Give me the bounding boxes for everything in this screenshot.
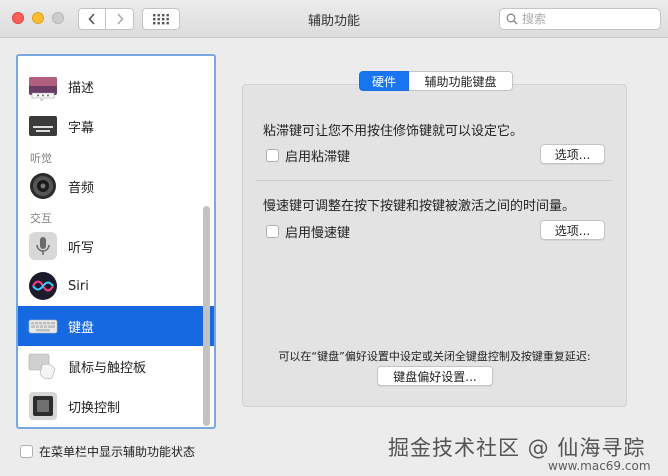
show-all-button[interactable] bbox=[142, 8, 180, 30]
slow-keys-label: 启用慢速键 bbox=[285, 226, 351, 241]
speaker-icon bbox=[28, 171, 58, 201]
forward-button[interactable] bbox=[106, 8, 134, 30]
sidebar-item-dictation[interactable]: 听写 bbox=[18, 226, 198, 266]
sidebar-item-captions[interactable]: 字幕 bbox=[18, 106, 198, 146]
slow-keys-options-button[interactable]: 选项... bbox=[540, 220, 605, 240]
sidebar-scrollbar[interactable] bbox=[203, 206, 210, 426]
slow-keys-description: 慢速键可调整在按下按键和按键被激活之间的时间量。 bbox=[263, 199, 576, 214]
enable-slow-keys[interactable]: 启用慢速键 bbox=[266, 222, 350, 241]
back-button[interactable] bbox=[78, 8, 106, 30]
sidebar-item-label: 键盘 bbox=[68, 320, 95, 336]
keyboard-icon bbox=[28, 311, 58, 341]
sidebar-item-label: 切换控制 bbox=[68, 400, 121, 416]
sidebar-item-label: 描述 bbox=[68, 80, 95, 96]
zoom-window-button[interactable] bbox=[52, 12, 64, 24]
sidebar-item-label: 鼠标与触控板 bbox=[68, 360, 147, 376]
show-status-in-menubar[interactable]: 在菜单栏中显示辅助功能状态 bbox=[20, 443, 195, 460]
keyboard-prefs-note: 可以在“键盘”偏好设置中设定或关闭全键盘控制及按键重复延迟: bbox=[278, 350, 591, 363]
show-status-checkbox[interactable] bbox=[20, 445, 33, 458]
search-field[interactable] bbox=[499, 8, 661, 30]
section-divider bbox=[256, 180, 612, 181]
keyboard-preferences-button[interactable]: 键盘偏好设置... bbox=[377, 366, 493, 386]
sidebar-item-label: 听写 bbox=[68, 240, 95, 256]
tab-accessibility-keyboard[interactable]: 辅助功能键盘 bbox=[409, 71, 513, 91]
scrollbar-thumb[interactable] bbox=[203, 206, 210, 426]
watermark-text: 掘金技术社区 @ 仙海寻踪 bbox=[388, 436, 646, 460]
captions-icon bbox=[28, 111, 58, 141]
show-status-label: 在菜单栏中显示辅助功能状态 bbox=[39, 445, 196, 459]
sticky-keys-options-button[interactable]: 选项... bbox=[540, 144, 605, 164]
siri-icon bbox=[28, 271, 58, 301]
close-window-button[interactable] bbox=[12, 12, 24, 24]
switch-control-icon bbox=[28, 391, 58, 421]
sticky-keys-label: 启用粘滞键 bbox=[285, 150, 351, 165]
navigation-buttons bbox=[78, 8, 134, 30]
sidebar-item-siri[interactable]: Siri bbox=[18, 266, 198, 306]
sidebar-item-audio[interactable]: 音频 bbox=[18, 166, 198, 206]
enable-sticky-keys[interactable]: 启用粘滞键 bbox=[266, 146, 350, 165]
chevron-left-icon bbox=[88, 13, 95, 25]
watermark-url: www.mac69.com bbox=[548, 459, 651, 473]
grid-icon bbox=[153, 14, 169, 25]
mouse-trackpad-icon bbox=[28, 351, 58, 381]
sticky-keys-description: 粘滞键可让您不用按住修饰键就可以设定它。 bbox=[263, 124, 524, 139]
slow-keys-checkbox[interactable] bbox=[266, 225, 279, 238]
sidebar-item-switch-control[interactable]: 切换控制 bbox=[18, 386, 198, 426]
sidebar-item-keyboard[interactable]: 键盘 bbox=[18, 306, 214, 346]
search-icon bbox=[506, 13, 518, 25]
section-header-hearing: 听觉 bbox=[30, 152, 52, 165]
sidebar-list[interactable]: 描述 字幕 听觉 音频 交互 听写 Siri 键盘 鼠标与触控板 切换控制 bbox=[16, 54, 216, 429]
tab-hardware[interactable]: 硬件 bbox=[359, 71, 409, 91]
chevron-right-icon bbox=[116, 13, 124, 25]
title-bar: 辅助功能 bbox=[0, 0, 668, 38]
sidebar-item-label: Siri bbox=[68, 278, 89, 294]
sidebar-item-label: 音频 bbox=[68, 180, 95, 196]
tab-bar: 硬件 辅助功能键盘 bbox=[359, 71, 513, 91]
search-input[interactable] bbox=[522, 12, 652, 26]
minimize-window-button[interactable] bbox=[32, 12, 44, 24]
description-icon bbox=[28, 71, 58, 101]
sidebar-item-description[interactable]: 描述 bbox=[18, 66, 198, 106]
microphone-icon bbox=[28, 231, 58, 261]
sidebar-item-label: 字幕 bbox=[68, 120, 95, 136]
sticky-keys-checkbox[interactable] bbox=[266, 149, 279, 162]
section-header-interaction: 交互 bbox=[30, 212, 52, 225]
sidebar-item-mouse-trackpad[interactable]: 鼠标与触控板 bbox=[18, 346, 198, 386]
